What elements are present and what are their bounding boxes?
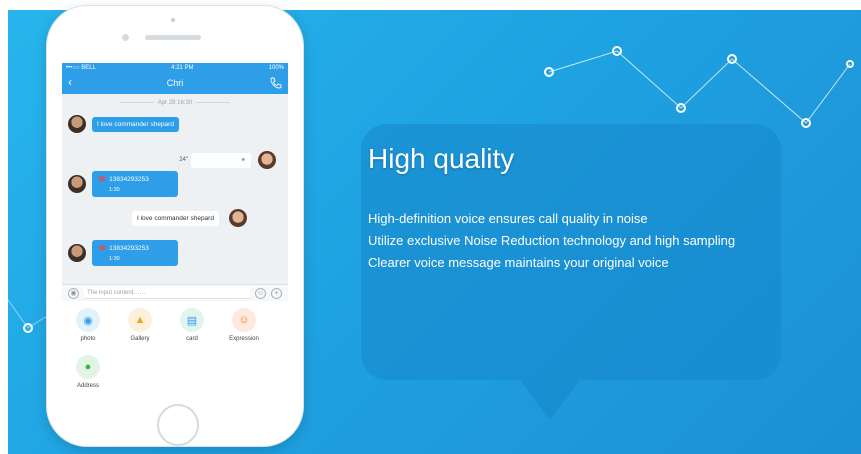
tool-label: Expression bbox=[229, 336, 259, 342]
chat-date: Apr 28 16:30 bbox=[157, 99, 193, 106]
contact-name: Chri bbox=[166, 78, 184, 88]
voice-input-icon[interactable]: ◉ bbox=[68, 287, 79, 299]
battery-label: 100% bbox=[268, 64, 284, 71]
message-input[interactable]: The input content…… bbox=[84, 287, 250, 299]
home-button[interactable] bbox=[157, 404, 199, 446]
message-row: I love commander shepard bbox=[132, 209, 247, 227]
tool-label: card bbox=[186, 336, 198, 342]
photo-button[interactable]: ◉ photo bbox=[66, 308, 110, 342]
call-duration: 1:30 bbox=[109, 256, 120, 262]
carrier-label: •••○○ BELL bbox=[66, 64, 96, 71]
card-icon: ▤ bbox=[180, 308, 204, 332]
call-duration: 1:30 bbox=[109, 187, 120, 193]
avatar[interactable] bbox=[258, 151, 276, 169]
phone-camera bbox=[171, 18, 175, 22]
phone-sensor bbox=[122, 34, 129, 41]
smiley-icon: ☺ bbox=[232, 308, 256, 332]
gallery-button[interactable]: ▲ Gallery bbox=[118, 308, 162, 342]
call-record-bubble[interactable]: 13834293253 1:30 bbox=[92, 240, 178, 266]
phone-mockup: •••○○ BELL 4:21 PM 100% ‹ Chri Apr 28 16… bbox=[47, 6, 303, 446]
sound-wave-icon: ⦁ bbox=[241, 155, 246, 163]
message-bubble[interactable]: I love commander shepard bbox=[132, 210, 219, 226]
chat-header: ‹ Chri bbox=[62, 72, 288, 94]
avatar[interactable] bbox=[228, 209, 247, 227]
promo-headline: High quality bbox=[368, 143, 515, 174]
avatar[interactable] bbox=[68, 244, 86, 262]
tool-label: Address bbox=[76, 383, 99, 389]
call-record-bubble[interactable]: 13834293253 1:30 bbox=[92, 171, 178, 197]
avatar[interactable] bbox=[68, 175, 86, 193]
phone-screen: •••○○ BELL 4:21 PM 100% ‹ Chri Apr 28 16… bbox=[62, 63, 288, 389]
phone-speaker bbox=[145, 35, 201, 40]
message-row: I love commander shepard bbox=[68, 115, 179, 133]
phone-number: 13834293253 bbox=[98, 176, 149, 183]
message-row: 13834293253 1:30 bbox=[68, 171, 178, 197]
message-row: 13834293253 1:30 bbox=[68, 240, 178, 266]
tool-label: Gallery bbox=[130, 336, 150, 342]
camera-icon: ◉ bbox=[76, 308, 100, 332]
feature-list: High-definition voice ensures call quali… bbox=[368, 208, 735, 274]
attachment-panel: ◉ photo ▲ Gallery ▤ card ☺ Expression ● … bbox=[62, 301, 288, 389]
avatar[interactable] bbox=[68, 115, 86, 133]
expression-button[interactable]: ☺ Expression bbox=[222, 308, 266, 342]
gallery-icon: ▲ bbox=[128, 308, 152, 332]
phone-call-icon[interactable] bbox=[270, 77, 282, 89]
status-time: 4:21 PM bbox=[171, 64, 194, 71]
chat-input-bar: ◉ The input content…… ☺ + bbox=[62, 284, 288, 301]
feature-item: High-definition voice ensures call quali… bbox=[368, 211, 648, 226]
address-button[interactable]: ● Address bbox=[66, 355, 110, 389]
feature-card-tail bbox=[520, 380, 580, 420]
feature-item: Clearer voice message maintains your ori… bbox=[368, 255, 669, 270]
status-bar: •••○○ BELL 4:21 PM 100% bbox=[62, 63, 288, 72]
feature-item: Utilize exclusive Noise Reduction techno… bbox=[368, 233, 736, 248]
tool-label: photo bbox=[80, 336, 96, 342]
back-icon[interactable]: ‹ bbox=[68, 75, 72, 89]
plus-icon[interactable]: + bbox=[271, 287, 282, 299]
emoji-icon[interactable]: ☺ bbox=[255, 287, 266, 299]
date-separator: Apr 28 16:30 bbox=[62, 98, 288, 107]
voice-bubble[interactable]: ⦁ bbox=[191, 152, 251, 168]
location-pin-icon: ● bbox=[76, 355, 100, 379]
voice-message: 24" ⦁ bbox=[174, 151, 276, 169]
voice-duration: 24" bbox=[179, 157, 188, 163]
phone-number: 13834293253 bbox=[98, 245, 149, 252]
card-button[interactable]: ▤ card bbox=[170, 308, 214, 342]
message-bubble[interactable]: I love commander shepard bbox=[92, 116, 179, 132]
